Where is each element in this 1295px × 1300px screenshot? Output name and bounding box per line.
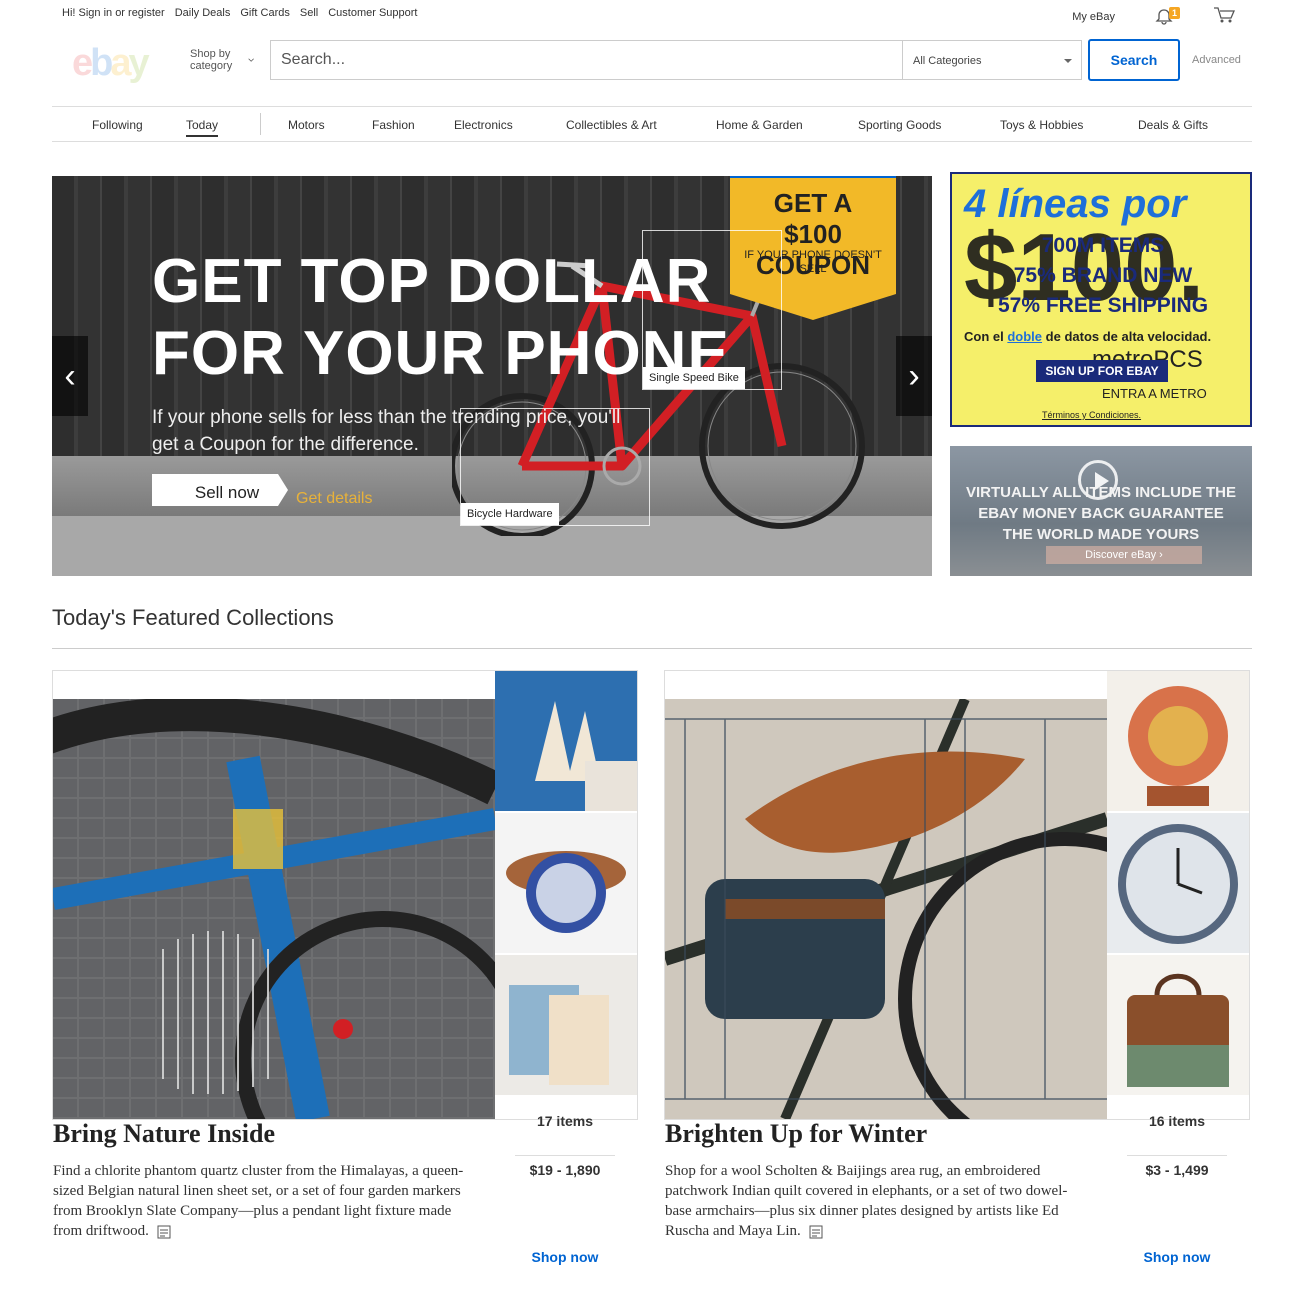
thumbnail-bowl[interactable] — [495, 813, 637, 955]
shop-now-link[interactable]: Shop now — [515, 1249, 615, 1265]
ad-body-doble: doble — [1007, 329, 1043, 344]
collection-thumbnails — [1107, 671, 1249, 1119]
metropcs-ad[interactable]: $100. 4 líneas por 700M ITEMS 75% BRAND … — [950, 172, 1252, 427]
thumbnail-rug[interactable] — [1107, 671, 1249, 813]
cart-icon[interactable] — [1213, 6, 1235, 27]
nav-sporting-goods[interactable]: Sporting Goods — [858, 118, 941, 132]
customer-support-link[interactable]: Customer Support — [328, 7, 417, 19]
collection-price-range: $19 - 1,890 — [515, 1155, 615, 1178]
product-tag-single-speed[interactable]: Single Speed Bike — [642, 230, 782, 390]
category-select[interactable]: All Categories — [902, 40, 1082, 80]
daily-deals-link[interactable]: Daily Deals — [175, 7, 231, 19]
collection-title[interactable]: Bring Nature Inside — [53, 1119, 275, 1149]
featured-divider — [52, 648, 1252, 649]
chevron-down-icon — [1064, 59, 1072, 63]
discover-ebay-button[interactable]: Discover eBay › — [1046, 546, 1202, 564]
search-button[interactable]: Search — [1088, 39, 1180, 81]
document-icon[interactable] — [809, 1225, 823, 1239]
shop-now-link[interactable]: Shop now — [1127, 1249, 1227, 1265]
collection-card[interactable]: Bring Nature Inside Find a chlorite phan… — [52, 670, 638, 1265]
ad-terms-link[interactable]: Términos y Condiciones. — [1042, 410, 1141, 420]
collection-thumbnails — [495, 671, 637, 1119]
shop-by-category-label: Shop by category — [190, 48, 233, 72]
nav-electronics[interactable]: Electronics — [454, 118, 513, 132]
money-back-guarantee-ad[interactable]: VIRTUALLY ALL ITEMS INCLUDE THE EBAY MON… — [950, 446, 1252, 576]
header: ebay Shop by category All Categories Sea… — [52, 38, 1252, 85]
search-input[interactable] — [271, 41, 902, 79]
tag-label: Bicycle Hardware — [461, 503, 559, 525]
carousel-next-button[interactable]: › — [896, 336, 932, 416]
nav-toys-hobbies[interactable]: Toys & Hobbies — [1000, 118, 1083, 132]
thumbnail-quartz[interactable] — [495, 671, 637, 813]
signin-link[interactable]: Hi! Sign in or register — [62, 7, 165, 19]
thumbnail-bag[interactable] — [1107, 955, 1249, 1097]
sell-link[interactable]: Sell — [300, 7, 318, 19]
featured-collections-title: Today's Featured Collections — [52, 605, 334, 630]
category-select-value: All Categories — [913, 55, 982, 67]
collection-item-count: 17 items — [536, 1113, 594, 1129]
collection-card[interactable]: Brighten Up for Winter Shop for a wool S… — [664, 670, 1250, 1265]
guarantee-line1: VIRTUALLY ALL ITEMS INCLUDE THE — [965, 484, 1236, 501]
ad-line1: 700M ITEMS — [1041, 234, 1165, 257]
sell-now-button[interactable]: Sell now — [152, 474, 288, 506]
search-box — [270, 40, 902, 80]
nav-home-garden[interactable]: Home & Garden — [716, 118, 803, 132]
collection-description: Find a chlorite phantom quartz cluster f… — [53, 1161, 473, 1241]
nav-deals-gifts[interactable]: Deals & Gifts — [1138, 118, 1208, 132]
coupon-get-a: GET A — [773, 188, 853, 218]
my-ebay-link[interactable]: My eBay — [1072, 11, 1115, 23]
collection-description-text: Shop for a wool Scholten & Baijings area… — [665, 1163, 1068, 1239]
collection-price-range: $3 - 1,499 — [1127, 1155, 1227, 1178]
notification-badge: 1 — [1169, 6, 1181, 19]
guarantee-text: VIRTUALLY ALL ITEMS INCLUDE THE EBAY MON… — [950, 482, 1252, 545]
ebay-logo[interactable]: ebay — [72, 42, 150, 85]
ad-line2: 75% BRAND NEW — [1013, 264, 1193, 287]
nav-divider — [260, 113, 261, 135]
nav-collectibles[interactable]: Collectibles & Art — [566, 118, 657, 132]
ad-body-pre: Con el — [964, 329, 1004, 344]
ad-entra-link[interactable]: ENTRA A METRO — [1102, 386, 1207, 401]
carousel-prev-button[interactable]: ‹ — [52, 336, 88, 416]
product-tag-bicycle-hardware[interactable]: Bicycle Hardware — [460, 408, 650, 526]
top-bar: Hi! Sign in or register Daily Deals Gift… — [0, 0, 1295, 28]
advanced-search-link[interactable]: Advanced — [1192, 54, 1241, 66]
chevron-down-icon — [248, 58, 254, 62]
document-icon[interactable] — [157, 1225, 171, 1239]
top-links: Hi! Sign in or register Daily Deals Gift… — [62, 7, 417, 19]
nav-motors[interactable]: Motors — [288, 118, 325, 132]
shop-by-category-button[interactable]: Shop by category — [190, 48, 254, 72]
nav-fashion[interactable]: Fashion — [372, 118, 415, 132]
guarantee-line2: EBAY MONEY BACK GUARANTEE — [978, 505, 1224, 522]
nav-following[interactable]: Following — [92, 118, 143, 132]
thumbnail-clock[interactable] — [1107, 813, 1249, 955]
collection-main-image[interactable] — [53, 699, 495, 1119]
ad-headline: 4 líneas por — [964, 182, 1187, 226]
ad-signup-button[interactable]: SIGN UP FOR EBAY — [1036, 360, 1168, 382]
ad-body: Con el doble de datos de alta velocidad. — [964, 329, 1211, 344]
guarantee-line3: THE WORLD MADE YOURS — [1002, 526, 1200, 543]
thumbnail-pillows[interactable] — [495, 955, 637, 1097]
collection-title[interactable]: Brighten Up for Winter — [665, 1119, 927, 1149]
nav-today[interactable]: Today — [186, 118, 219, 137]
top-right: My eBay 1 — [1072, 6, 1235, 27]
collection-item-count: 16 items — [1148, 1113, 1206, 1129]
collection-description: Shop for a wool Scholten & Baijings area… — [665, 1161, 1085, 1241]
collection-main-image[interactable] — [665, 699, 1107, 1119]
bell-icon[interactable]: 1 — [1155, 6, 1181, 25]
collection-description-text: Find a chlorite phantom quartz cluster f… — [53, 1163, 464, 1239]
ad-line3: 57% FREE SHIPPING — [997, 294, 1209, 317]
gift-cards-link[interactable]: Gift Cards — [240, 7, 290, 19]
tag-label: Single Speed Bike — [643, 367, 745, 389]
get-details-link[interactable]: Get details — [296, 490, 372, 508]
ad-body-post: de datos de alta velocidad. — [1045, 329, 1212, 344]
category-nav: Following Today Motors Fashion Electroni… — [52, 106, 1252, 142]
hero-banner[interactable]: GET TOP DOLLAR FOR YOUR PHONE If your ph… — [52, 176, 932, 576]
